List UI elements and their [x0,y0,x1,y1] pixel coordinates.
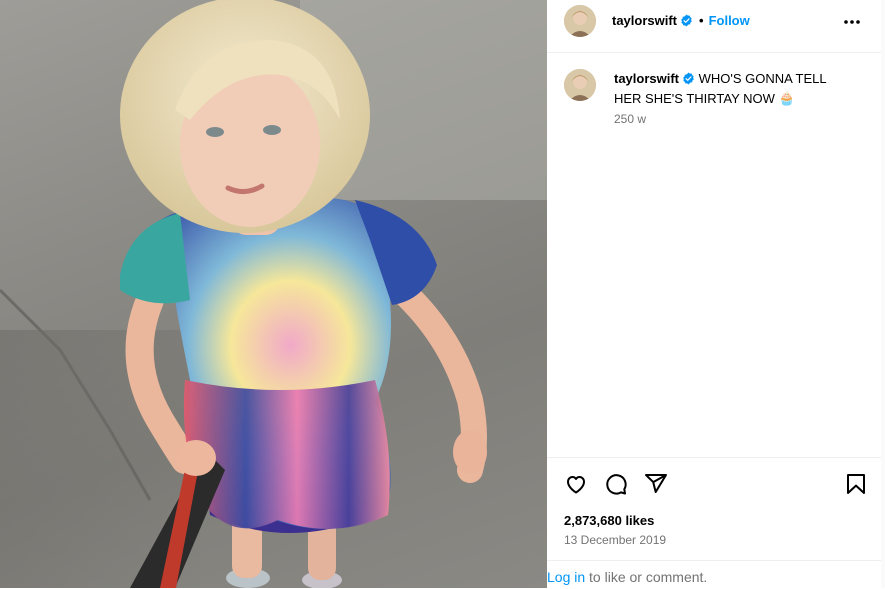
login-link[interactable]: Log in [547,569,585,585]
avatar-image [564,5,596,37]
post-date[interactable]: 13 December 2019 [564,533,666,547]
avatar[interactable] [564,5,596,37]
verified-badge-icon [680,14,693,31]
caption-body: taylorswift WHO'S GONNA TELL HER SHE'S T… [614,70,854,108]
more-horizontal-icon[interactable] [843,15,861,34]
share-icon[interactable] [644,472,668,501]
comment-icon[interactable] [604,472,628,501]
bookmark-icon[interactable] [844,472,868,501]
action-bar [547,457,881,508]
login-prompt: Log in to like or comment. [547,560,881,589]
heart-icon[interactable] [564,472,588,501]
post-header: taylorswift • Follow [547,0,881,53]
post-photo[interactable] [0,0,547,588]
header-separator: • [699,13,704,28]
likes-count[interactable]: 2,873,680 likes [564,513,654,528]
verified-badge-icon [682,72,695,90]
login-rest-text: to like or comment. [585,569,708,585]
follow-button[interactable]: Follow [709,13,750,28]
caption-avatar[interactable] [564,69,596,101]
header-username[interactable]: taylorswift [612,13,677,28]
scrollbar-track[interactable] [881,0,885,588]
post-side-panel: taylorswift • Follow taylorswift WHO'S GO… [547,0,885,588]
post-photo-illustration [0,0,547,588]
header-user-line: taylorswift • Follow [612,13,750,31]
caption-username[interactable]: taylorswift [614,71,679,86]
caption-timestamp[interactable]: 250 w [614,112,646,126]
avatar-image [564,69,596,101]
